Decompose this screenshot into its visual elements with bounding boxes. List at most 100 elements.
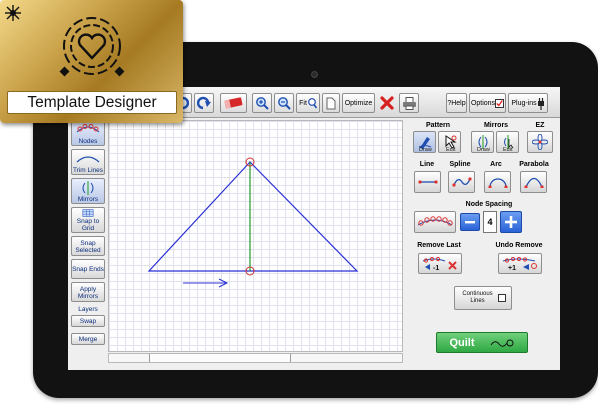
snap-ends-label: Snap Ends [72, 266, 104, 273]
zoom-out-icon [278, 97, 291, 110]
merge-button[interactable]: Merge [71, 333, 105, 345]
quilt-button[interactable]: Quilt [436, 332, 528, 353]
remove-last-label: Remove Last [417, 242, 461, 249]
fit-label: Fit [299, 99, 307, 107]
spline-shape-icon [451, 177, 472, 187]
apply-mirrors-button[interactable]: Apply Mirrors [71, 282, 105, 302]
parabola-shape-icon [523, 177, 544, 188]
mirrors-section-label: Mirrors [483, 122, 509, 129]
spacing-decrease-button[interactable] [460, 213, 480, 231]
print-button[interactable] [399, 93, 419, 113]
horizontal-scrollbar[interactable] [108, 353, 403, 363]
undo-remove-label: Undo Remove [495, 242, 543, 249]
snap-selected-label: Snap Selected [75, 239, 101, 254]
minus-icon [465, 221, 475, 224]
zoom-fit-icon [307, 98, 317, 109]
badge-title: Template Designer [7, 91, 177, 114]
arc-shape-icon [487, 178, 508, 188]
delete-button[interactable] [378, 93, 396, 113]
restore-node-icon: +1 [502, 256, 537, 271]
line-shape-icon [417, 180, 438, 184]
apply-mirrors-label: Apply Mirrors [77, 285, 99, 300]
merge-label: Merge [78, 336, 98, 343]
line-label: Line [419, 161, 435, 168]
redo-icon [197, 96, 211, 110]
eraser-button[interactable] [220, 93, 247, 113]
pattern-edit-label: Edit [446, 147, 456, 153]
help-button[interactable]: ?Help [446, 93, 467, 113]
pattern-label: Pattern [425, 122, 451, 129]
continuous-lines-label: Continuous Lines [462, 291, 493, 304]
plugins-button[interactable]: Plug-ins [508, 93, 548, 113]
snap-to-grid-button[interactable]: Snap to Grid [71, 207, 105, 233]
scrollbar-thumb[interactable] [149, 354, 291, 362]
arc-label: Arc [490, 161, 502, 168]
svg-text:+1: +1 [508, 265, 516, 271]
snap-ends-button[interactable]: Snap Ends [71, 259, 105, 279]
remove-last-button[interactable]: -1 [418, 253, 462, 274]
continuous-lines-checkbox[interactable] [497, 294, 506, 302]
printer-icon [402, 96, 416, 110]
options-button[interactable]: Options [469, 93, 506, 113]
plus-icon [505, 216, 517, 228]
checkbox-check-icon [495, 98, 505, 108]
options-label: Options [470, 99, 496, 107]
flower-icon [532, 134, 548, 150]
line-button[interactable] [414, 171, 441, 193]
design-canvas[interactable] [108, 120, 403, 352]
copy-button[interactable] [322, 93, 340, 113]
pattern-draw-label: Draw [419, 147, 432, 153]
remove-node-icon: -1 [422, 256, 457, 271]
spline-label: Spline [449, 161, 471, 168]
arc-button[interactable] [484, 171, 511, 193]
spacing-increase-button[interactable] [500, 211, 522, 233]
trim-lines-icon [76, 155, 100, 162]
optimize-label: Optimize [344, 99, 373, 107]
ez-label: EZ [535, 122, 545, 129]
tablet-camera [311, 71, 318, 78]
page-icon [326, 97, 336, 109]
fit-button[interactable]: Fit [296, 93, 320, 113]
node-spacing-value[interactable]: 4 [483, 211, 497, 233]
mirrors-edit-label: Edit [503, 147, 513, 153]
snap-selected-button[interactable]: Snap Selected [71, 236, 105, 256]
template-designer-badge: Template Designer [0, 0, 183, 123]
app-screen: Fit Optimize ?Help Options Plug-ins Node… [68, 87, 560, 370]
direction-arrow [183, 278, 229, 288]
right-tool-panel: Pattern Mirrors EZ Draw Edit Draw Edit L… [408, 118, 560, 370]
mirrors-label: Mirrors [77, 195, 99, 203]
mirrors-button[interactable]: Mirrors [71, 178, 105, 204]
undo-remove-button[interactable]: +1 [498, 253, 542, 274]
trim-lines-button[interactable]: Trim Lines [71, 149, 105, 175]
spline-button[interactable] [448, 171, 475, 193]
parabola-label: Parabola [519, 161, 549, 168]
grid-icon [82, 209, 94, 217]
mirrors-icon [82, 180, 94, 195]
layers-label: Layers [78, 306, 98, 313]
left-tool-panel: Nodes Trim Lines Mirrors Snap to Grid Sn… [71, 120, 105, 370]
heart-circle-icon [59, 17, 125, 77]
plugins-label: Plug-ins [511, 99, 537, 107]
parabola-button[interactable] [520, 171, 547, 193]
node-spacing-icon [417, 216, 453, 226]
node-spacing-label: Node Spacing [465, 201, 513, 208]
trim-lines-label: Trim Lines [72, 166, 104, 174]
burst-icon [5, 5, 21, 21]
redo-button[interactable] [194, 93, 214, 113]
zoom-in-button[interactable] [252, 93, 272, 113]
ez-button[interactable] [527, 131, 553, 153]
quilt-label: Quilt [449, 336, 475, 349]
continuous-lines-toggle[interactable]: Continuous Lines [454, 286, 512, 310]
node-spacing-preview [414, 211, 456, 233]
optimize-button[interactable]: Optimize [342, 93, 375, 113]
triangle-pattern[interactable] [147, 161, 359, 272]
zoom-out-button[interactable] [274, 93, 294, 113]
quilt-stitch-icon [490, 339, 514, 347]
swap-button[interactable]: Swap [71, 315, 105, 327]
canvas-drawing [147, 157, 359, 288]
eraser-icon [223, 97, 242, 109]
nodes-button[interactable]: Nodes [71, 120, 105, 146]
nodes-icon [76, 123, 100, 132]
zoom-in-icon [256, 97, 269, 110]
red-x-icon [380, 96, 394, 110]
